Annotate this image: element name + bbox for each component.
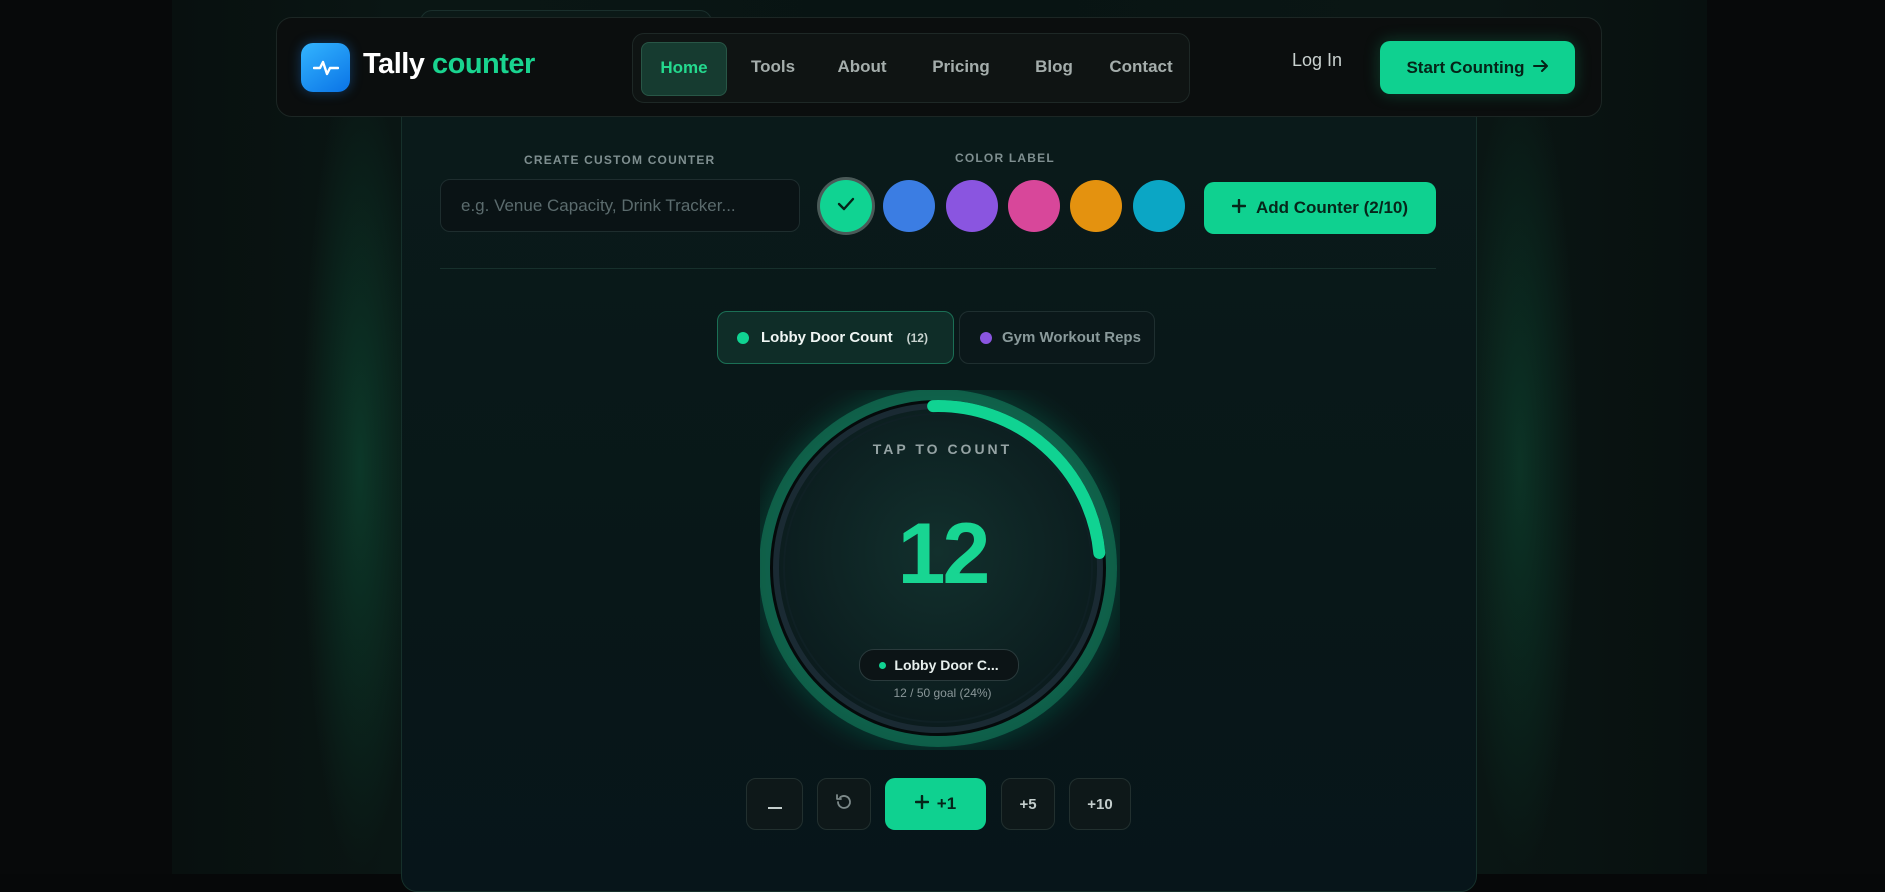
reset-button[interactable] <box>817 778 871 830</box>
increment-one-button[interactable]: +1 <box>885 778 986 830</box>
add-counter-button[interactable]: Add Counter (2/10) <box>1204 182 1436 234</box>
nav-pricing[interactable]: Pricing <box>913 42 1009 94</box>
right-margin <box>1707 0 1885 874</box>
brand-word-1: Tally <box>363 48 425 80</box>
main-menu: Home Tools About Pricing Blog Contact <box>632 33 1190 103</box>
color-swatch-blue[interactable] <box>883 180 935 232</box>
goal-progress-text: 12 / 50 goal (24%) <box>893 686 992 700</box>
counter-color-dot <box>737 331 749 344</box>
arrow-right-icon <box>1532 58 1549 78</box>
nav-tools[interactable]: Tools <box>735 42 811 94</box>
counter-tab-label: Lobby Door Count <box>761 329 893 346</box>
color-swatch-purple[interactable] <box>946 180 998 232</box>
color-swatch-cyan[interactable] <box>1133 180 1185 232</box>
brand-logo[interactable]: Tally counter <box>363 48 535 81</box>
counter-tab-gym[interactable]: Gym Workout Reps <box>959 311 1155 364</box>
counter-color-dot <box>980 331 992 344</box>
counter-tab-count: (12) <box>906 330 928 345</box>
color-label-heading: COLOR LABEL <box>955 151 1055 165</box>
start-counting-button[interactable]: Start Counting <box>1380 41 1575 94</box>
check-icon <box>837 197 855 216</box>
login-link[interactable]: Log In <box>1292 50 1342 71</box>
section-divider <box>440 268 1436 269</box>
start-counting-label: Start Counting <box>1406 57 1525 77</box>
tap-to-count-label: TAP TO COUNT <box>872 441 1013 457</box>
color-swatch-orange[interactable] <box>1070 180 1122 232</box>
nav-contact[interactable]: Contact <box>1099 42 1183 94</box>
counter-name-input[interactable]: e.g. Venue Capacity, Drink Tracker... <box>440 179 800 232</box>
counter-tab-lobby[interactable]: Lobby Door Count (12) <box>717 311 954 364</box>
increment-ten-button[interactable]: +10 <box>1069 778 1131 830</box>
right-glow <box>1460 60 1580 874</box>
reset-icon <box>835 793 853 815</box>
pulse-icon[interactable] <box>301 43 350 92</box>
pill-color-dot <box>879 661 887 669</box>
plus-icon <box>914 794 929 814</box>
nav-about[interactable]: About <box>821 42 903 94</box>
counter-value: 12 <box>897 506 991 602</box>
brand-word-2: counter <box>432 48 535 80</box>
nav-home[interactable]: Home <box>641 42 727 96</box>
color-swatch-pink[interactable] <box>1008 180 1060 232</box>
plus-icon <box>1231 198 1247 218</box>
increment-one-label: +1 <box>936 794 957 813</box>
add-counter-label: Add Counter (2/10) <box>1255 198 1409 217</box>
left-margin <box>0 0 172 874</box>
active-counter-name: Lobby Door C... <box>894 657 999 673</box>
minus-icon <box>767 796 782 813</box>
nav-blog[interactable]: Blog <box>1019 42 1089 94</box>
counter-tab-label: Gym Workout Reps <box>1002 329 1141 346</box>
color-swatch-green[interactable] <box>820 180 872 232</box>
create-counter-heading: CREATE CUSTOM COUNTER <box>524 153 716 167</box>
decrement-button[interactable] <box>746 778 803 830</box>
increment-five-button[interactable]: +5 <box>1001 778 1055 830</box>
active-counter-pill: Lobby Door C... <box>859 649 1019 681</box>
